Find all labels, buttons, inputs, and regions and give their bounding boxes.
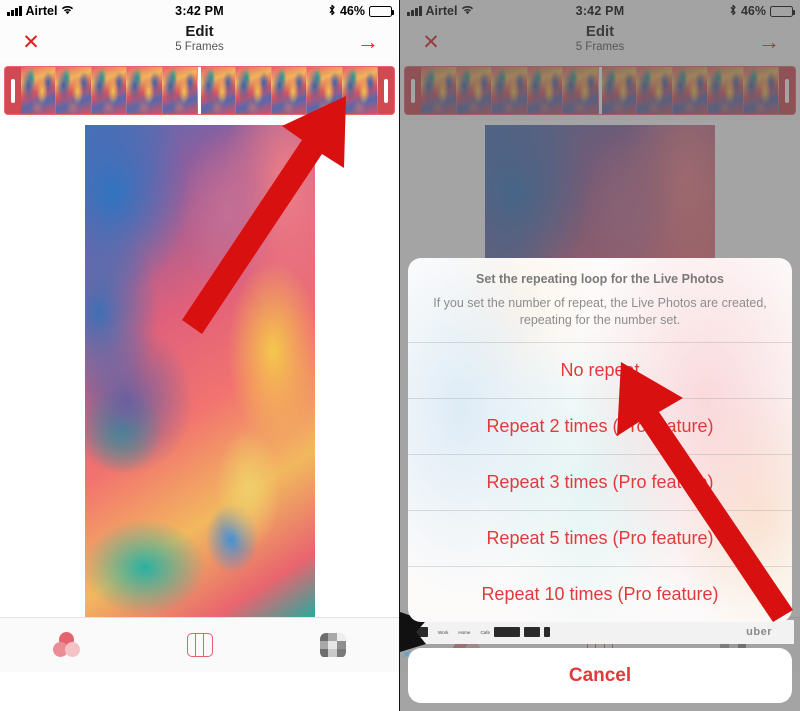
uber-label: uber [746, 626, 772, 638]
cancel-button[interactable]: Cancel [408, 648, 792, 703]
repeat-3-times-option[interactable]: Repeat 3 times (Pro feature) [408, 455, 792, 510]
no-repeat-option[interactable]: No repeat [408, 343, 792, 398]
preview-image[interactable] [84, 125, 315, 617]
filmstrip-frames-right[interactable] [201, 67, 378, 114]
filmstrip-container [0, 62, 399, 120]
panel-left-edit-screen: Airtel 3:42 PM 46% ✕ Edit 5 Frames → [0, 0, 400, 711]
action-sheet-title: Set the repeating loop for the Live Phot… [476, 272, 724, 286]
checkerboard-icon [319, 632, 346, 658]
repeat-5-times-option[interactable]: Repeat 5 times (Pro feature) [408, 511, 792, 566]
filmstrip-frame[interactable] [342, 67, 378, 114]
filmstrip-frame[interactable] [236, 67, 272, 114]
action-sheet-message: If you set the number of repeat, the Liv… [433, 296, 767, 327]
battery-percent-label: 46% [339, 4, 365, 18]
tab-bar [0, 617, 399, 672]
filmstrip-frame[interactable] [201, 67, 237, 114]
repeat-10-times-option[interactable]: Repeat 10 times (Pro feature) [408, 567, 792, 622]
status-bar-right: 46% [328, 4, 395, 18]
filmstrip-frame[interactable] [56, 67, 92, 114]
filmstrip-frame[interactable] [21, 67, 57, 114]
filmstrip-frame[interactable] [127, 67, 163, 114]
status-bar: Airtel 3:42 PM 46% [0, 0, 399, 22]
filmstrip-frame[interactable] [307, 67, 343, 114]
nav-bar: ✕ Edit 5 Frames → [0, 22, 399, 62]
filmstrip-frame[interactable] [271, 67, 308, 114]
tab-background[interactable] [266, 618, 399, 672]
frame-count-label: 5 Frames [175, 41, 224, 53]
background-content-strip: Work Home Cafe uber [406, 620, 794, 644]
screenshot-root: Airtel 3:42 PM 46% ✕ Edit 5 Frames → Wor… [0, 0, 800, 711]
preview-area [0, 120, 399, 617]
tab-filters[interactable] [0, 618, 133, 672]
trim-handle-left[interactable] [5, 67, 21, 114]
action-sheet-header: Set the repeating loop for the Live Phot… [408, 258, 792, 342]
nav-title-group: Edit 5 Frames [0, 23, 399, 54]
overlapping-circles-icon [52, 632, 81, 658]
action-sheet: Set the repeating loop for the Live Phot… [408, 258, 792, 622]
filmstrip-frame[interactable] [162, 67, 198, 114]
bluetooth-icon [328, 4, 336, 18]
three-columns-icon [186, 633, 213, 657]
battery-icon [369, 5, 395, 17]
page-title: Edit [185, 23, 214, 40]
filmstrip[interactable] [4, 66, 395, 115]
close-icon[interactable]: ✕ [14, 32, 48, 53]
filmstrip-frames-left[interactable] [21, 67, 198, 114]
panel-right-action-sheet-screen: Airtel 3:42 PM 46% ✕ Edit 5 Frames → [400, 0, 800, 711]
trim-handle-right[interactable] [378, 67, 394, 114]
filmstrip-frame[interactable] [91, 67, 128, 114]
tab-layout[interactable] [133, 618, 266, 672]
next-button[interactable]: → [351, 31, 385, 53]
repeat-2-times-option[interactable]: Repeat 2 times (Pro feature) [408, 399, 792, 454]
